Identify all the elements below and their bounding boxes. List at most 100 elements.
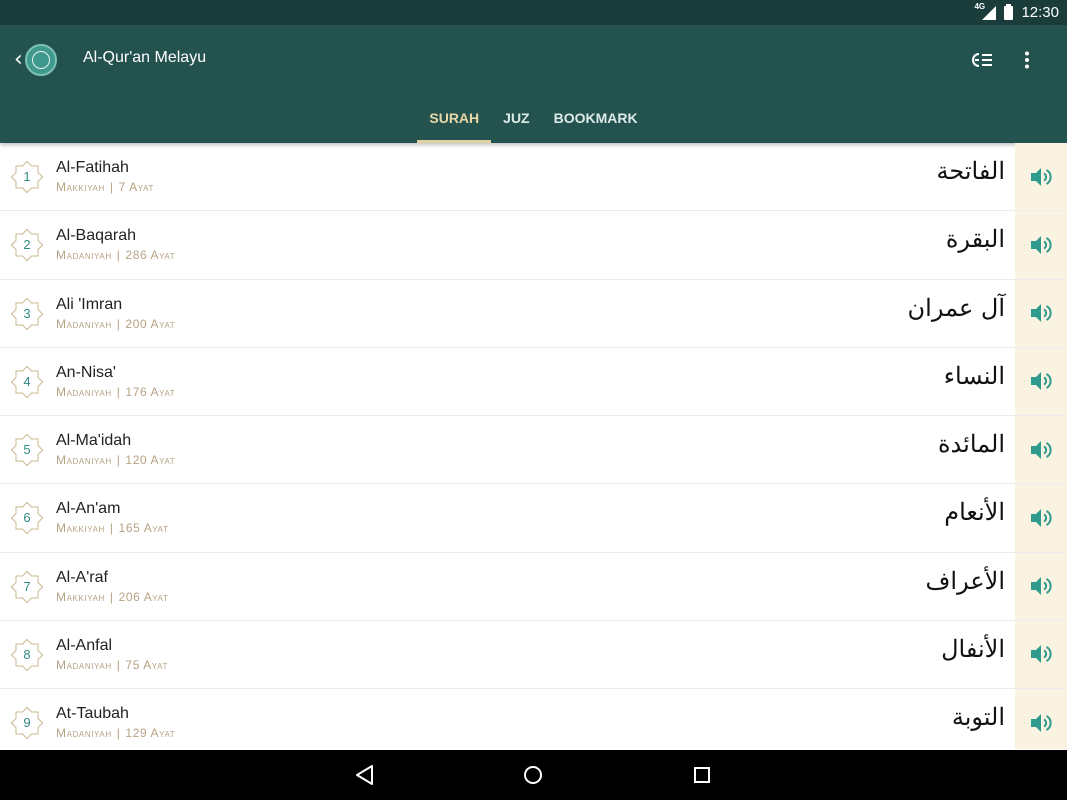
- tab-bookmark[interactable]: BOOKMARK: [542, 98, 650, 143]
- surah-arabic-name: الأعراف: [925, 566, 1005, 595]
- surah-arabic-name: آل عمران: [907, 293, 1005, 322]
- play-audio-button[interactable]: [1015, 416, 1067, 484]
- speaker-icon: [1031, 713, 1052, 732]
- play-audio-button[interactable]: [1015, 347, 1067, 415]
- surah-meta: Madaniyah | 200 Ayat: [56, 316, 176, 331]
- tab-bar: SURAH JUZ BOOKMARK: [0, 98, 1067, 143]
- nav-home-button[interactable]: [520, 762, 546, 788]
- surah-verse-count: 129 Ayat: [125, 726, 176, 740]
- surah-revelation-type: Madaniyah: [56, 248, 112, 263]
- surah-arabic-name: النساء: [943, 361, 1005, 390]
- play-audio-button[interactable]: [1015, 484, 1067, 552]
- surah-revelation-type: Makkiyah: [56, 180, 105, 194]
- nav-recents-button[interactable]: [689, 762, 715, 788]
- surah-name: Al-Baqarah: [56, 227, 137, 245]
- surah-number-badge: 3: [8, 295, 46, 333]
- surah-name: At-Taubah: [56, 705, 129, 722]
- surah-name: Ali 'Imran: [56, 295, 123, 313]
- play-audio-button[interactable]: [1015, 279, 1067, 347]
- more-vert-icon: [1025, 51, 1029, 69]
- surah-arabic-name: الأنعام: [944, 498, 1005, 527]
- surah-verse-count: 165 Ayat: [118, 521, 169, 536]
- nav-back-button[interactable]: [352, 762, 378, 788]
- surah-meta: Makkiyah | 7 Ayat: [56, 180, 154, 194]
- speaker-icon: [1031, 508, 1052, 527]
- jump-list-icon: [972, 53, 992, 67]
- surah-verse-count: 286 Ayat: [125, 248, 176, 263]
- surah-row[interactable]: 6 Al-An'am Makkiyah | 165 Ayat الأنعام: [0, 484, 1067, 553]
- surah-row[interactable]: 1 Al-Fatihah Makkiyah | 7 Ayat الفاتحة: [0, 143, 1067, 212]
- surah-row[interactable]: 9 At-Taubah Madaniyah | 129 Ayat التوبة: [0, 689, 1067, 749]
- surah-arabic-name: المائدة: [937, 430, 1005, 458]
- surah-revelation-type: Madaniyah: [56, 453, 112, 467]
- triangle-back-icon: [356, 765, 373, 785]
- surah-meta: Madaniyah | 286 Ayat: [56, 248, 176, 263]
- surah-meta: Madaniyah | 176 Ayat: [56, 384, 176, 399]
- play-audio-button[interactable]: [1015, 211, 1067, 279]
- surah-verse-count: 200 Ayat: [125, 316, 176, 331]
- surah-number: 7: [23, 578, 31, 594]
- surah-row[interactable]: 8 Al-Anfal Madaniyah | 75 Ayat الأنفال: [0, 620, 1067, 689]
- surah-arabic-name: الأنفال: [941, 634, 1005, 663]
- app-bar: ‹ Al-Qur'an Melayu SURAH JUZ BOOKMARK: [0, 25, 1067, 143]
- surah-row[interactable]: 3 Ali 'Imran Madaniyah | 200 Ayat آل عمران: [0, 279, 1067, 348]
- surah-list: 1 Al-Fatihah Makkiyah | 7 Ayat الفاتحة 2 A…: [0, 143, 1067, 749]
- tab-surah[interactable]: SURAH: [417, 98, 491, 143]
- status-time: 12:30: [1021, 4, 1059, 21]
- surah-meta: Makkiyah | 165 Ayat: [56, 521, 169, 536]
- app-title: Al-Qur'an Melayu: [83, 49, 207, 66]
- back-button[interactable]: ‹: [14, 41, 57, 79]
- surah-arabic-name: التوبة: [951, 703, 1005, 731]
- surah-number-badge: 6: [8, 499, 46, 537]
- surah-number-badge: 9: [8, 704, 46, 742]
- surah-arabic-name: البقرة: [945, 225, 1005, 254]
- status-bar: 4G 12:30: [0, 0, 1067, 25]
- more-options-button[interactable]: [1011, 45, 1043, 75]
- play-audio-button[interactable]: [1015, 620, 1067, 688]
- surah-meta: Makkiyah | 206 Ayat: [56, 589, 169, 604]
- surah-number-badge: 4: [8, 363, 46, 401]
- surah-number: 2: [23, 237, 31, 253]
- surah-row[interactable]: 2 Al-Baqarah Madaniyah | 286 Ayat البقرة: [0, 211, 1067, 280]
- cellular-signal-icon: 4G: [974, 2, 997, 20]
- square-recents-icon: [694, 767, 710, 783]
- app-logo-icon: [24, 44, 57, 76]
- surah-number: 5: [23, 442, 31, 457]
- surah-meta: Madaniyah | 120 Ayat: [56, 453, 176, 467]
- surah-name: Al-An'am: [56, 500, 121, 518]
- surah-verse-count: 120 Ayat: [125, 453, 176, 467]
- jump-to-button[interactable]: [966, 45, 998, 75]
- surah-number-badge: 7: [8, 568, 46, 606]
- surah-verse-count: 7 Ayat: [118, 180, 154, 194]
- surah-number: 9: [23, 715, 31, 730]
- surah-number-badge: 8: [8, 636, 46, 674]
- speaker-icon: [1031, 167, 1052, 186]
- surah-revelation-type: Madaniyah: [56, 384, 112, 399]
- tab-juz[interactable]: JUZ: [491, 98, 541, 143]
- surah-row[interactable]: 4 An-Nisa' Madaniyah | 176 Ayat النساء: [0, 347, 1067, 416]
- play-audio-button[interactable]: [1015, 552, 1067, 620]
- speaker-icon: [1031, 645, 1052, 664]
- surah-name: An-Nisa': [56, 363, 116, 381]
- surah-name: Al-Ma'idah: [56, 432, 132, 449]
- surah-number: 6: [23, 510, 31, 526]
- surah-meta: Madaniyah | 75 Ayat: [56, 657, 169, 672]
- surah-meta: Madaniyah | 129 Ayat: [56, 726, 176, 740]
- play-audio-button[interactable]: [1015, 689, 1067, 749]
- surah-number-badge: 5: [8, 431, 46, 469]
- surah-number: 8: [23, 646, 31, 662]
- surah-row[interactable]: 5 Al-Ma'idah Madaniyah | 120 Ayat المائدة: [0, 416, 1067, 485]
- surah-number: 3: [23, 305, 31, 321]
- surah-name: Al-Fatihah: [56, 159, 129, 176]
- surah-arabic-name: الفاتحة: [936, 157, 1005, 185]
- speaker-icon: [1031, 440, 1052, 459]
- speaker-icon: [1031, 372, 1052, 391]
- surah-verse-count: 176 Ayat: [125, 384, 176, 399]
- surah-name: Al-Anfal: [56, 636, 113, 654]
- surah-number-badge: 1: [8, 158, 46, 196]
- surah-revelation-type: Madaniyah: [56, 726, 112, 740]
- play-audio-button[interactable]: [1015, 143, 1067, 211]
- speaker-icon: [1031, 577, 1052, 596]
- surah-revelation-type: Madaniyah: [56, 657, 112, 672]
- surah-row[interactable]: 7 Al-A'raf Makkiyah | 206 Ayat الأعراف: [0, 552, 1067, 621]
